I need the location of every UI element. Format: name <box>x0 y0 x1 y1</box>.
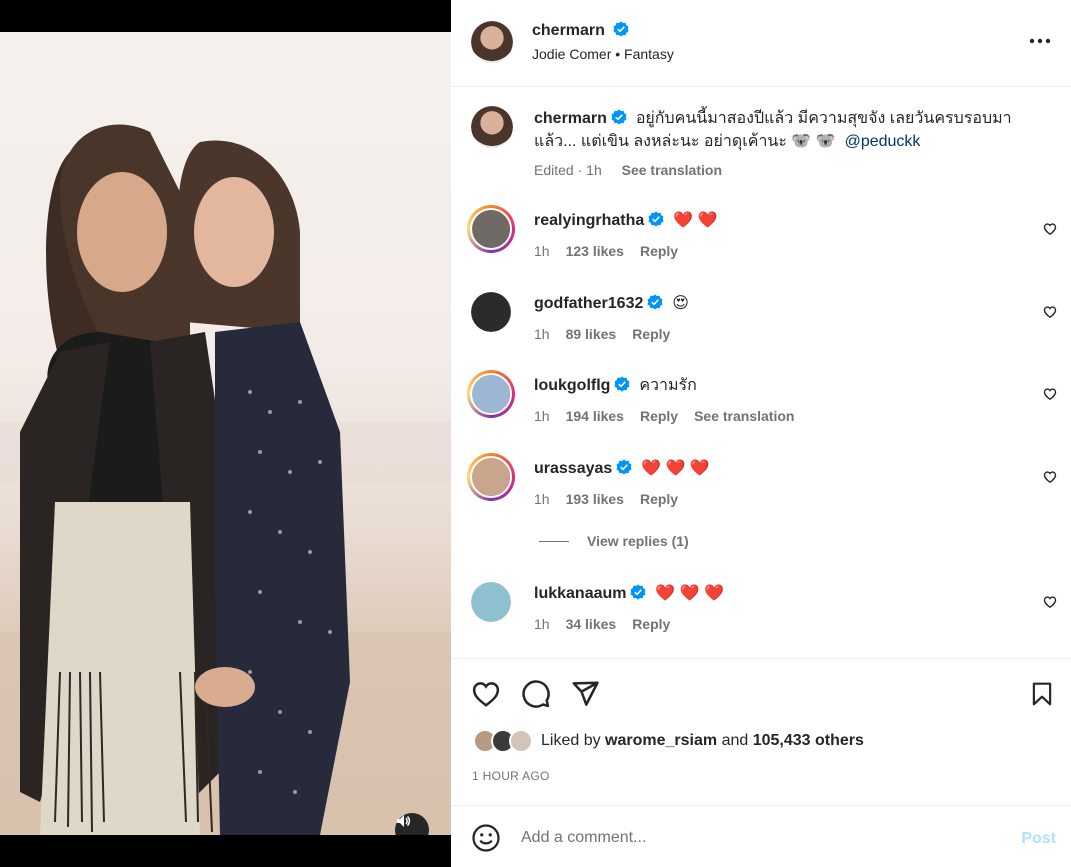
photo-illustration <box>0 124 451 835</box>
comment-likes[interactable]: 194 likes <box>566 408 624 424</box>
more-icon[interactable] <box>1029 38 1051 44</box>
avatar-fill <box>471 582 511 622</box>
liker-avatar[interactable] <box>509 729 533 753</box>
see-translation-link[interactable]: See translation <box>622 162 722 178</box>
reply-button[interactable]: Reply <box>640 243 678 259</box>
verified-icon <box>614 376 630 392</box>
likes-count[interactable]: 105,433 others <box>753 732 864 749</box>
comment-meta: 1h 89 likes Reply <box>534 326 686 342</box>
avatar-fill <box>472 375 510 413</box>
heart-icon[interactable] <box>471 679 501 709</box>
post-comment-button[interactable]: Post <box>1021 830 1056 848</box>
comment-avatar[interactable] <box>471 292 511 332</box>
comment-body: 😍 <box>672 295 689 312</box>
comment-text-block: loukgolflg ความรัก <box>534 374 697 397</box>
post-photo[interactable] <box>0 32 451 835</box>
verified-icon <box>611 109 627 125</box>
comment-text-block: godfather1632 😍 <box>534 292 689 315</box>
view-replies-button[interactable]: View replies (1) <box>539 533 689 549</box>
comment-row: realyingrhatha ❤️ ❤️ 1h 123 likes Reply <box>451 197 1071 277</box>
comment-row: godfather1632 😍 1h 89 likes Reply <box>451 280 1071 360</box>
verified-icon <box>616 459 632 475</box>
caption-username[interactable]: chermarn <box>534 110 607 127</box>
avatar-fill <box>471 292 511 332</box>
liked-by-text: Liked by warome_rsiam and 105,433 others <box>541 732 864 749</box>
comment-text-block: realyingrhatha ❤️ ❤️ <box>534 209 717 232</box>
reply-button[interactable]: Reply <box>640 491 678 507</box>
owner-info: chermarn Jodie Comer • Fantasy <box>532 21 674 62</box>
reply-button[interactable]: Reply <box>632 326 670 342</box>
comment-time[interactable]: 1h <box>534 491 550 507</box>
audio-label[interactable]: Jodie Comer • Fantasy <box>532 46 674 62</box>
reply-button[interactable]: Reply <box>632 616 670 632</box>
comment-likes[interactable]: 193 likes <box>566 491 624 507</box>
comment-like-heart-icon[interactable] <box>1043 470 1057 484</box>
comment-time[interactable]: 1h <box>534 616 550 632</box>
caption-text-block: chermarn อยู่กับคนนี้มาสองปีแล้ว มีความส… <box>534 107 1034 153</box>
sound-icon <box>397 815 411 827</box>
verified-icon <box>648 211 664 227</box>
verified-icon <box>630 584 646 600</box>
caption-meta: Edited · 1h See translation <box>534 162 738 178</box>
comment-likes[interactable]: 89 likes <box>566 326 617 342</box>
comment-time[interactable]: 1h <box>534 326 550 342</box>
reply-button[interactable]: Reply <box>640 408 678 424</box>
comment-icon[interactable] <box>521 679 551 709</box>
comment-text-block: lukkanaaum ❤️ ❤️ ❤️ <box>534 582 724 605</box>
comment-avatar[interactable] <box>467 453 515 501</box>
share-icon[interactable] <box>570 679 600 709</box>
owner-username[interactable]: chermarn <box>532 22 605 39</box>
comment-row: loukgolflg ความรัก 1h 194 likes Reply See tr… <box>451 362 1071 442</box>
comment-like-heart-icon[interactable] <box>1043 595 1057 609</box>
comment-likes[interactable]: 123 likes <box>566 243 624 259</box>
comment-username[interactable]: loukgolflg <box>534 377 610 394</box>
caption-avatar[interactable] <box>471 106 513 148</box>
comment-body: ❤️ ❤️ ❤️ <box>641 460 710 477</box>
comment-likes[interactable]: 34 likes <box>566 616 617 632</box>
comment-meta: 1h 193 likes Reply <box>534 491 694 507</box>
add-comment-bar: Post <box>451 805 1071 867</box>
caption-mention[interactable]: @peduckk <box>845 133 921 150</box>
post-panel: chermarn Jodie Comer • Fantasy chermarn … <box>451 0 1071 867</box>
comment-username[interactable]: godfather1632 <box>534 295 643 312</box>
comment-time[interactable]: 1h <box>534 408 550 424</box>
post-media <box>0 0 451 867</box>
post-header: chermarn Jodie Comer • Fantasy <box>451 0 1071 87</box>
verified-icon <box>647 294 663 310</box>
comment-row: urassayas ❤️ ❤️ ❤️ 1h 193 likes Reply <box>451 445 1071 525</box>
see-translation-link[interactable]: See translation <box>694 408 794 424</box>
caption-edited: Edited · 1h <box>534 162 602 178</box>
liked-by-user[interactable]: warome_rsiam <box>605 732 717 749</box>
comment-body: ความรัก <box>639 377 697 394</box>
comment-body: ❤️ ❤️ ❤️ <box>655 585 725 602</box>
comment-input[interactable] <box>521 824 971 852</box>
liked-by: Liked by warome_rsiam and 105,433 others <box>473 729 864 753</box>
comment-meta: 1h 194 likes Reply See translation <box>534 408 810 424</box>
post-timestamp[interactable]: 1 HOUR AGO <box>472 769 550 783</box>
comment-meta: 1h 34 likes Reply <box>534 616 686 632</box>
divider-line <box>539 540 569 542</box>
comment-like-heart-icon[interactable] <box>1043 387 1057 401</box>
comment-body: ❤️ ❤️ <box>673 212 718 229</box>
bookmark-icon[interactable] <box>1029 679 1055 709</box>
comment-meta: 1h 123 likes Reply <box>534 243 694 259</box>
comment-time[interactable]: 1h <box>534 243 550 259</box>
comment-username[interactable]: lukkanaaum <box>534 585 626 602</box>
emoji-icon[interactable] <box>471 823 501 853</box>
avatar-fill <box>472 210 510 248</box>
caption: chermarn อยู่กับคนนี้มาสองปีแล้ว มีความส… <box>451 87 1071 197</box>
comment-username[interactable]: urassayas <box>534 460 612 477</box>
owner-avatar[interactable] <box>471 21 513 63</box>
view-replies-label: View replies (1) <box>587 533 689 549</box>
comment-like-heart-icon[interactable] <box>1043 222 1057 236</box>
comment-text-block: urassayas ❤️ ❤️ ❤️ <box>534 457 710 480</box>
avatar-fill <box>472 458 510 496</box>
comment-avatar[interactable] <box>471 582 511 622</box>
comment-avatar[interactable] <box>467 205 515 253</box>
comment-like-heart-icon[interactable] <box>1043 305 1057 319</box>
verified-icon <box>613 21 629 37</box>
comment-avatar[interactable] <box>467 370 515 418</box>
comment-row: lukkanaaum ❤️ ❤️ ❤️ 1h 34 likes Reply <box>451 570 1071 650</box>
comment-username[interactable]: realyingrhatha <box>534 212 644 229</box>
